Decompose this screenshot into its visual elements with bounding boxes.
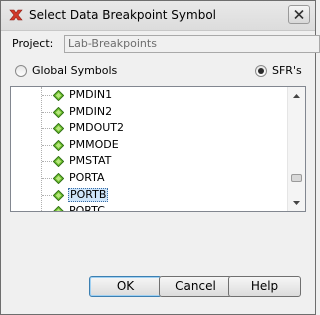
symbol-label: PORTC	[69, 204, 105, 212]
scroll-down-button[interactable]	[288, 194, 305, 211]
help-button[interactable]: Help	[228, 276, 301, 297]
symbol-list-item[interactable]: PMDOUT2	[11, 120, 287, 137]
symbol-list[interactable]: PMDIN1 PMDIN2 PMDOUT2 PMMODE PMSTAT PORTA PORT…	[10, 86, 306, 212]
global-symbols-radio[interactable]: Global Symbols	[15, 64, 117, 77]
tree-branch-line	[42, 144, 52, 147]
symbol-list-item[interactable]: PORTB	[11, 187, 287, 204]
symbol-label: PORTA	[69, 170, 105, 184]
scroll-down-arrow-icon	[293, 200, 300, 205]
scroll-up-arrow-icon	[293, 93, 300, 98]
symbol-list-item[interactable]: PORTC	[11, 203, 287, 212]
sfr-diamond-icon	[53, 172, 64, 184]
sfr-diamond-icon	[53, 123, 64, 135]
symbol-list-item[interactable]: PORTA	[11, 170, 287, 187]
symbol-list-item[interactable]: PMSTAT	[11, 153, 287, 170]
vertical-scrollbar[interactable]	[287, 87, 305, 211]
symbol-label: PMMODE	[69, 137, 119, 151]
sfr-diamond-icon	[53, 189, 64, 201]
symbol-list-item[interactable]: PMDIN2	[11, 104, 287, 121]
symbol-label: PMDIN2	[69, 104, 113, 118]
sfr-diamond-icon	[53, 106, 64, 118]
dialog-title: Select Data Breakpoint Symbol	[29, 8, 217, 22]
symbol-label: PORTB	[68, 187, 109, 202]
project-field: Lab-Breakpoints	[64, 35, 320, 53]
symbol-label: PMDIN1	[69, 88, 113, 101]
tree-branch-line	[42, 211, 52, 212]
sfrs-radio-circle[interactable]	[255, 64, 267, 77]
global-symbols-radio-circle[interactable]	[15, 64, 27, 77]
sfr-diamond-icon	[53, 206, 64, 211]
tree-branch-line	[42, 95, 52, 97]
sfrs-label: SFR's	[272, 64, 302, 77]
close-button[interactable]	[288, 5, 310, 24]
tree-branch-line	[42, 177, 52, 180]
tree-branch-line	[42, 111, 52, 114]
scroll-thumb[interactable]	[291, 174, 302, 182]
scroll-up-button[interactable]	[288, 87, 305, 104]
tree-branch-line	[42, 194, 52, 197]
symbol-label: PMDOUT2	[69, 121, 125, 135]
symbol-list-item[interactable]: PMDIN1	[11, 87, 287, 104]
sfrs-radio[interactable]: SFR's	[255, 64, 302, 77]
tree-branch-line	[42, 128, 52, 130]
close-icon	[294, 10, 304, 19]
global-symbols-label: Global Symbols	[32, 64, 118, 77]
symbol-list-rows: PMDIN1 PMDIN2 PMDOUT2 PMMODE PMSTAT PORTA PORT…	[11, 87, 287, 212]
sfr-diamond-icon	[53, 156, 64, 168]
symbol-label: PMSTAT	[69, 154, 112, 168]
tree-branch-line	[42, 161, 52, 163]
symbol-list-item[interactable]: PMMODE	[11, 137, 287, 154]
select-data-breakpoint-dialog: Select Data Breakpoint Symbol Project: L…	[0, 0, 320, 315]
app-x-icon	[9, 9, 23, 21]
sfr-diamond-icon	[53, 90, 64, 101]
cancel-button[interactable]: Cancel	[159, 276, 232, 297]
sfr-diamond-icon	[53, 139, 64, 151]
ok-button[interactable]: OK	[89, 276, 162, 297]
project-label: Project:	[12, 37, 54, 50]
title-bar: Select Data Breakpoint Symbol	[1, 1, 315, 31]
